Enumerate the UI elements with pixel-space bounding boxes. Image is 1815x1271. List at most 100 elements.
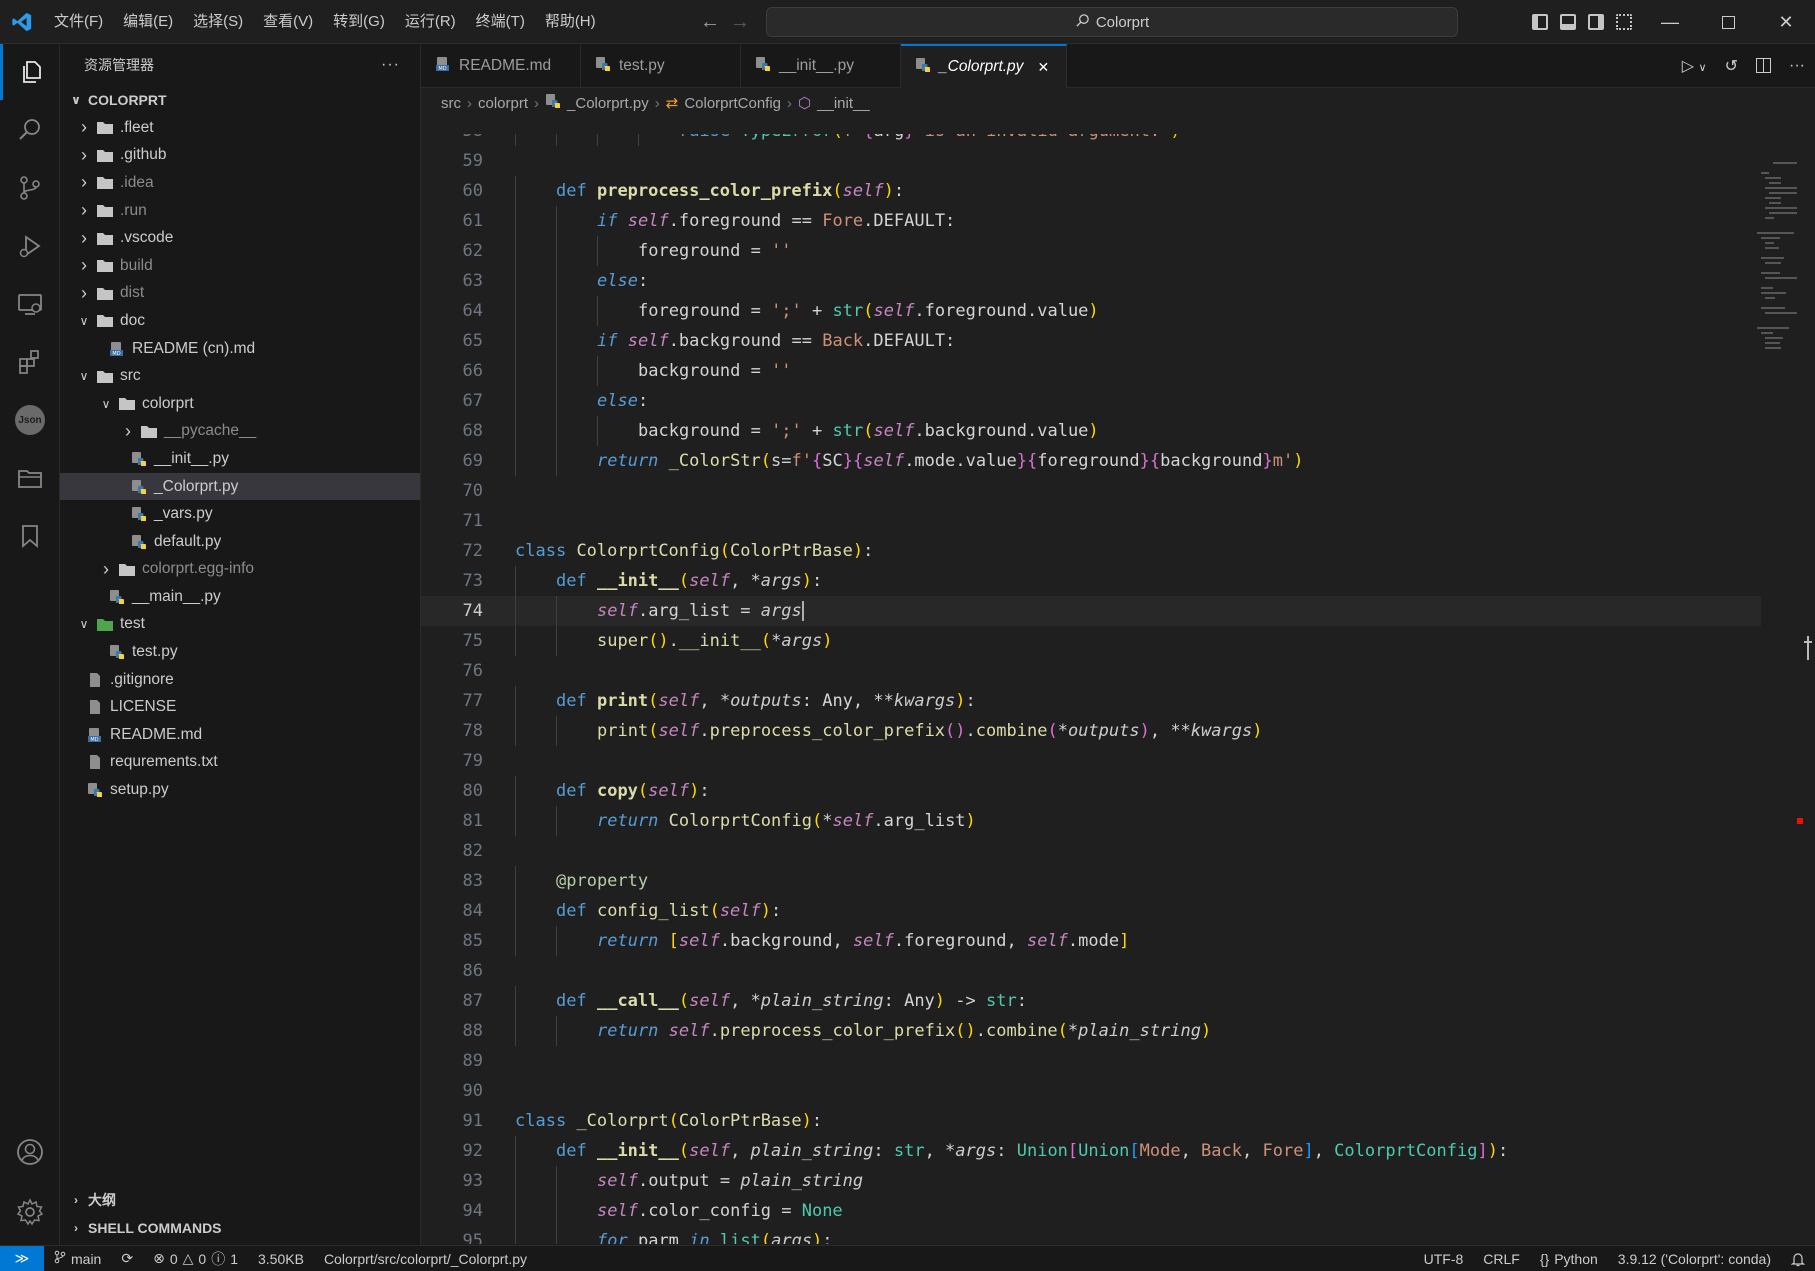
code-line[interactable]: 91 class _Colorprt(ColorPtrBase): — [421, 1106, 1761, 1136]
minimap[interactable] — [1757, 162, 1801, 462]
workspace-root[interactable]: ∨ COLORPRT — [60, 86, 420, 114]
code-line[interactable]: 89 — [421, 1046, 1761, 1076]
code-line[interactable]: 92 def __init__(self, plain_string: str, … — [421, 1136, 1761, 1166]
breadcrumb-item[interactable]: _Colorprt.py — [567, 95, 649, 112]
settings-gear-icon[interactable] — [0, 1184, 60, 1240]
tree-item[interactable]: › .idea — [60, 169, 420, 197]
code-line[interactable]: 81 return ColorprtConfig(*self.arg_list) — [421, 806, 1761, 836]
forward-arrow-icon[interactable]: → — [730, 11, 750, 34]
code-line[interactable]: 80 def copy(self): — [421, 776, 1761, 806]
menu-item[interactable]: 查看(V) — [253, 0, 323, 44]
code-line[interactable]: 72 class ColorprtConfig(ColorPtrBase): — [421, 536, 1761, 566]
code-line[interactable]: 90 — [421, 1076, 1761, 1106]
code-line[interactable]: 69 return _ColorStr(s=f'{SC}{self.mode.va… — [421, 446, 1761, 476]
tree-item[interactable]: › .run — [60, 197, 420, 225]
problems-indicator[interactable]: ⊗ 0 △ 0 ⓘ 1 — [143, 1249, 248, 1269]
maximize-icon[interactable] — [1699, 0, 1757, 44]
tree-item[interactable]: › __pycache__ — [60, 418, 420, 446]
json-icon[interactable]: Json — [0, 392, 60, 448]
code-line[interactable]: 62 foreground = '' — [421, 236, 1761, 266]
tree-item[interactable]: › build — [60, 252, 420, 280]
search-view-icon[interactable] — [0, 102, 60, 158]
breadcrumb-item[interactable]: __init__ — [817, 95, 870, 112]
editor-tab[interactable]: __init__.py — [741, 44, 901, 88]
menu-item[interactable]: 选择(S) — [183, 0, 253, 44]
code-line[interactable]: 58 raise TypeError(f'{arg} is an invalid … — [421, 134, 1761, 146]
tree-item[interactable]: › colorprt.egg-info — [60, 556, 420, 584]
tree-item[interactable]: __init__.py — [60, 445, 420, 473]
code-line[interactable]: 84 def config_list(self): — [421, 896, 1761, 926]
run-debug-icon[interactable] — [0, 218, 60, 274]
command-center-search[interactable]: Colorprt — [766, 7, 1458, 37]
scrollbar-thumb[interactable] — [1803, 636, 1813, 660]
code-line[interactable]: 86 — [421, 956, 1761, 986]
bookmarks-icon[interactable] — [0, 508, 60, 564]
tree-item[interactable]: ∨ colorprt — [60, 390, 420, 418]
run-file-icon[interactable]: ▷ ∨ — [1682, 56, 1707, 76]
tree-item[interactable]: › dist — [60, 280, 420, 308]
menu-item[interactable]: 运行(R) — [395, 0, 466, 44]
tree-item[interactable]: _Colorprt.py — [60, 472, 420, 501]
close-window-icon[interactable]: ✕ — [1757, 0, 1815, 44]
code-line[interactable]: 95 for parm in list(args): — [421, 1226, 1761, 1244]
notifications-bell-icon[interactable] — [1781, 1252, 1815, 1267]
tree-item[interactable]: ∨ test — [60, 611, 420, 639]
code-line[interactable]: 87 def __call__(self, *plain_string: Any)… — [421, 986, 1761, 1016]
editor-tab[interactable]: _Colorprt.py ✕ — [901, 44, 1067, 88]
line-ending[interactable]: CRLF — [1473, 1251, 1530, 1267]
tree-item[interactable]: __main__.py — [60, 583, 420, 611]
outline-section[interactable]: › 大纲 — [60, 1186, 421, 1213]
tree-item[interactable]: LICENSE — [60, 693, 420, 721]
tree-item[interactable]: requrements.txt — [60, 749, 420, 777]
code-line[interactable]: 65 if self.background == Back.DEFAULT: — [421, 326, 1761, 356]
tree-item[interactable]: test.py — [60, 638, 420, 666]
code-editor[interactable]: 58 raise TypeError(f'{arg} is an invalid … — [421, 134, 1761, 1244]
code-line[interactable]: 74 self.arg_list = args — [421, 596, 1761, 626]
tree-item[interactable]: MD README.md — [60, 721, 420, 749]
code-line[interactable]: 59 — [421, 146, 1761, 176]
breadcrumb-item[interactable]: src — [441, 95, 461, 112]
encoding[interactable]: UTF-8 — [1414, 1251, 1474, 1267]
minimize-icon[interactable]: — — [1641, 0, 1699, 44]
tree-item[interactable]: › .vscode — [60, 224, 420, 252]
code-line[interactable]: 67 else: — [421, 386, 1761, 416]
menu-item[interactable]: 文件(F) — [44, 0, 113, 44]
menu-item[interactable]: 编辑(E) — [113, 0, 183, 44]
code-line[interactable]: 94 self.color_config = None — [421, 1196, 1761, 1226]
toggle-primary-sidebar-icon[interactable] — [1532, 14, 1548, 30]
tree-item[interactable]: › .fleet — [60, 114, 420, 142]
editor-tab[interactable]: MD README.md — [421, 44, 581, 88]
project-manager-icon[interactable] — [0, 450, 60, 506]
menu-item[interactable]: 转到(G) — [323, 0, 395, 44]
branch-indicator[interactable]: main — [44, 1250, 111, 1267]
split-editor-icon[interactable] — [1756, 57, 1772, 75]
menu-item[interactable]: 终端(T) — [466, 0, 535, 44]
tree-item[interactable]: ∨ doc — [60, 307, 420, 335]
tree-item[interactable]: › .github — [60, 142, 420, 170]
source-control-icon[interactable] — [0, 160, 60, 216]
accounts-icon[interactable] — [0, 1124, 60, 1180]
code-line[interactable]: 64 foreground = ';' + str(self.foreground… — [421, 296, 1761, 326]
code-line[interactable]: 75 super().__init__(*args) — [421, 626, 1761, 656]
language-mode[interactable]: {} Python — [1530, 1251, 1608, 1267]
code-line[interactable]: 85 return [self.background, self.foregrou… — [421, 926, 1761, 956]
tree-item[interactable]: ∨ src — [60, 362, 420, 390]
menu-item[interactable]: 帮助(H) — [535, 0, 606, 44]
code-line[interactable]: 79 — [421, 746, 1761, 776]
remote-indicator-icon[interactable]: ≫ — [0, 1245, 44, 1271]
extensions-icon[interactable] — [0, 334, 60, 390]
code-line[interactable]: 88 return self.preprocess_color_prefix().… — [421, 1016, 1761, 1046]
back-arrow-icon[interactable]: ← — [700, 11, 720, 34]
more-actions-icon[interactable]: ··· — [1789, 57, 1805, 75]
code-line[interactable]: 83 @property — [421, 866, 1761, 896]
code-line[interactable]: 71 — [421, 506, 1761, 536]
code-line[interactable]: 60 def preprocess_color_prefix(self): — [421, 176, 1761, 206]
tree-item[interactable]: default.py — [60, 528, 420, 556]
python-interpreter[interactable]: 3.9.12 ('Colorprt': conda) — [1608, 1251, 1781, 1267]
breadcrumb-item[interactable]: colorprt — [478, 95, 528, 112]
toggle-secondary-sidebar-icon[interactable] — [1588, 14, 1604, 30]
code-line[interactable]: 82 — [421, 836, 1761, 866]
code-line[interactable]: 70 — [421, 476, 1761, 506]
code-line[interactable]: 76 — [421, 656, 1761, 686]
code-line[interactable]: 63 else: — [421, 266, 1761, 296]
